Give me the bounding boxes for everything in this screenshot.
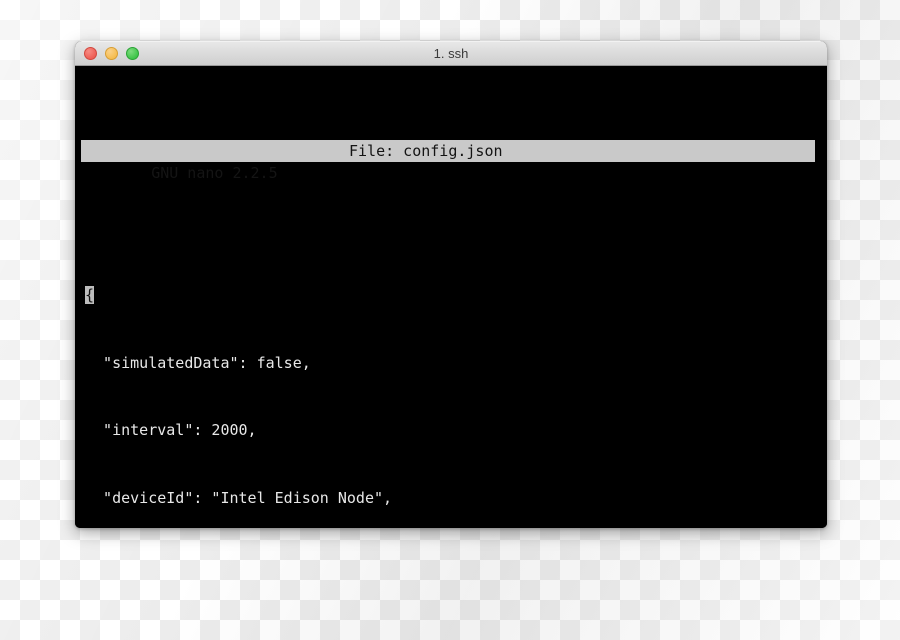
code-line-3: "interval": 2000, xyxy=(85,421,257,439)
code-line-1: { xyxy=(81,284,821,307)
window-title: 1. ssh xyxy=(433,46,469,61)
nano-header-bar: GNU nano 2.2.5 File: config.json xyxy=(81,139,815,182)
code-line-4: "deviceId": "Intel Edison Node", xyxy=(85,488,393,507)
terminal-screen[interactable]: GNU nano 2.2.5 File: config.json { "simu… xyxy=(75,67,827,528)
nano-file-label: File: config.json xyxy=(349,141,503,160)
text-cursor: { xyxy=(85,286,95,304)
nano-version-label: GNU nano 2.2.5 xyxy=(151,163,278,182)
terminal-window: 1. ssh GNU nano 2.2.5 File: config.json … xyxy=(75,41,827,528)
code-line-2: "simulatedData": false, xyxy=(85,353,311,372)
editor-area[interactable]: { "simulatedData": false, "interval": 20… xyxy=(81,229,821,528)
window-titlebar[interactable]: 1. ssh xyxy=(75,41,827,66)
